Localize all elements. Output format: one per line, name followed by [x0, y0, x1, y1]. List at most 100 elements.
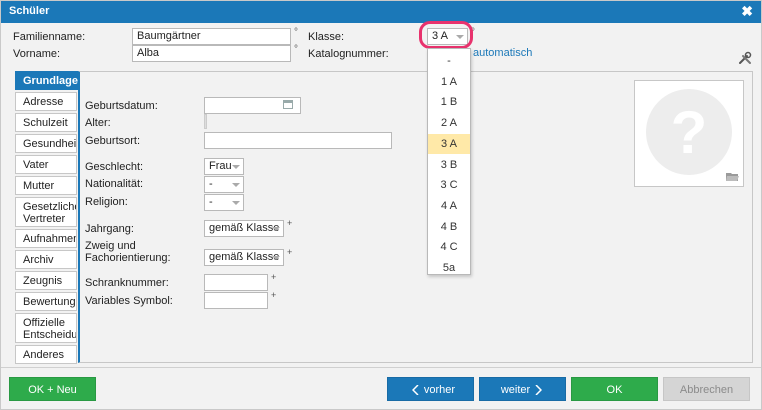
sidebar-item-gesetzlicher-vertreter[interactable]: GesetzlicherVertreter: [15, 197, 77, 227]
klasse-option[interactable]: 2 A: [428, 113, 470, 133]
student-dialog: Schüler ✖ Familienname: Baumgärtner ° Vo…: [0, 0, 762, 410]
katalognummer-label: Katalognummer:: [308, 48, 389, 60]
chevron-down-icon: [272, 256, 280, 260]
required-plus: +: [271, 290, 277, 300]
sidebar-item-label: Archiv: [23, 254, 54, 266]
sidebar-item-label: Bewertung: [23, 296, 76, 308]
geschlecht-select[interactable]: Frau: [204, 158, 244, 175]
sidebar-item-gesundheit[interactable]: Gesundheit: [15, 134, 77, 153]
dialog-title: Schüler: [9, 5, 50, 17]
chevron-left-icon: [412, 385, 419, 395]
zweig-select-value: gemäß Klasse: [209, 251, 280, 263]
geburtsort-input[interactable]: [204, 132, 392, 149]
folder-icon[interactable]: [726, 172, 739, 182]
katalognummer-link[interactable]: automatisch: [473, 47, 532, 59]
sidebar-item-bewertung[interactable]: Bewertung: [15, 292, 77, 311]
sidebar-item-label: Adresse: [23, 96, 64, 108]
chevron-right-icon: [535, 385, 542, 395]
vorher-label: vorher: [423, 384, 456, 396]
photo-box[interactable]: ?: [634, 80, 744, 187]
religion-label: Religion:: [85, 196, 128, 208]
calendar-icon[interactable]: [283, 100, 293, 109]
chevron-down-icon: [232, 165, 240, 169]
vorname-input[interactable]: Alba: [132, 45, 291, 62]
geschlecht-label: Geschlecht:: [85, 161, 144, 173]
zweig-select[interactable]: gemäß Klasse: [204, 249, 284, 266]
sidebar-item-label: Anderes: [23, 349, 64, 361]
weiter-label: weiter: [500, 384, 531, 396]
vorname-label: Vorname:: [13, 48, 61, 60]
jahrgang-select[interactable]: gemäß Klasse: [204, 220, 284, 237]
ok-neu-label: OK + Neu: [28, 384, 77, 396]
sidebar-item-anderes[interactable]: Anderes: [15, 345, 77, 364]
ok-neu-button[interactable]: OK + Neu: [9, 377, 96, 401]
klasse-option[interactable]: -: [428, 51, 470, 71]
sidebar-item-label: Grundlagen: [23, 75, 79, 87]
klasse-option[interactable]: 4 C: [428, 237, 470, 257]
sidebar-item-adresse[interactable]: Adresse: [15, 92, 77, 111]
sidebar-item-label: Gesetzlicher: [23, 201, 76, 213]
abbrechen-label: Abbrechen: [679, 384, 734, 396]
familienname-label: Familienname:: [13, 31, 86, 43]
geburtsort-label: Geburtsort:: [85, 135, 141, 147]
ok-label: OK: [606, 384, 623, 396]
required-plus: +: [287, 218, 293, 228]
sidebar-item-zeugnis[interactable]: Zeugnis: [15, 271, 77, 290]
klasse-option[interactable]: 1 B: [428, 92, 470, 112]
geburtsdatum-label: Geburtsdatum:: [85, 100, 158, 112]
sidebar-item-grundlagen[interactable]: Grundlagen: [15, 71, 79, 90]
nationalitaet-label: Nationalität:: [85, 178, 144, 190]
sidebar-item-label: Mutter: [23, 180, 55, 192]
weiter-button[interactable]: weiter: [479, 377, 566, 401]
tools-icon[interactable]: [738, 51, 752, 65]
sidebar-item-label: Offizielle: [23, 317, 65, 329]
required-plus: +: [287, 247, 293, 257]
sidebar-item-label: Aufnahmen: [23, 233, 77, 245]
chevron-down-icon: [232, 183, 240, 187]
klasse-highlight-ring: [419, 21, 473, 49]
variables-symbol-input[interactable]: [204, 292, 268, 309]
sidebar-item-label-line2: Entscheidun: [23, 329, 77, 341]
svg-text:?: ?: [671, 99, 708, 166]
geschlecht-select-value: Frau: [209, 160, 232, 172]
klasse-option[interactable]: 1 A: [428, 72, 470, 92]
sidebar-item-mutter[interactable]: Mutter: [15, 176, 77, 195]
zweig-label-line2: Fachorientierung:: [85, 252, 171, 264]
klasse-dropdown-list: -1 A1 B2 A3 A3 B3 C4 A4 B4 C 5a: [427, 48, 471, 275]
sidebar-item-label: Gesundheit: [23, 138, 77, 150]
jahrgang-select-value: gemäß Klasse: [209, 222, 280, 234]
religion-select[interactable]: -: [204, 194, 244, 211]
familienname-input[interactable]: Baumgärtner: [132, 28, 291, 45]
alter-field: [204, 114, 207, 129]
klasse-option[interactable]: 4 B: [428, 217, 470, 237]
footer-divider: [1, 367, 761, 368]
klasse-option[interactable]: 3 C: [428, 175, 470, 195]
nationalitaet-select[interactable]: -: [204, 176, 244, 193]
schranknummer-input[interactable]: [204, 274, 268, 291]
ok-button[interactable]: OK: [571, 377, 658, 401]
klasse-option[interactable]: 4 A: [428, 196, 470, 216]
required-plus: +: [271, 272, 277, 282]
sidebar-item-label: Zeugnis: [23, 275, 63, 287]
sidebar-item-archiv[interactable]: Archiv: [15, 250, 77, 269]
klasse-option[interactable]: 5a: [428, 258, 470, 278]
sidebar-item-vater[interactable]: Vater: [15, 155, 77, 174]
close-icon[interactable]: ✖: [741, 3, 753, 20]
required-mark: °: [294, 44, 298, 55]
klasse-option[interactable]: 3 B: [428, 155, 470, 175]
vorher-button[interactable]: vorher: [387, 377, 474, 401]
sidebar-item-schulzeit[interactable]: Schulzeit: [15, 113, 77, 132]
sidebar-item-offizielle-entscheidung[interactable]: OffizielleEntscheidun: [15, 313, 77, 343]
variables-symbol-label: Variables Symbol:: [85, 295, 173, 307]
chevron-down-icon: [272, 227, 280, 231]
abbrechen-button[interactable]: Abbrechen: [663, 377, 750, 401]
jahrgang-label: Jahrgang:: [85, 223, 134, 235]
sidebar-item-aufnahmen[interactable]: Aufnahmen: [15, 229, 77, 248]
required-mark: °: [294, 27, 298, 38]
chevron-down-icon: [232, 201, 240, 205]
sidebar-item-label-line2: Vertreter: [23, 213, 66, 225]
alter-label: Alter:: [85, 117, 111, 129]
zweig-label-line1: Zweig und: [85, 240, 136, 252]
sidebar-item-label: Vater: [23, 159, 49, 171]
klasse-option[interactable]: 3 A: [428, 133, 470, 154]
